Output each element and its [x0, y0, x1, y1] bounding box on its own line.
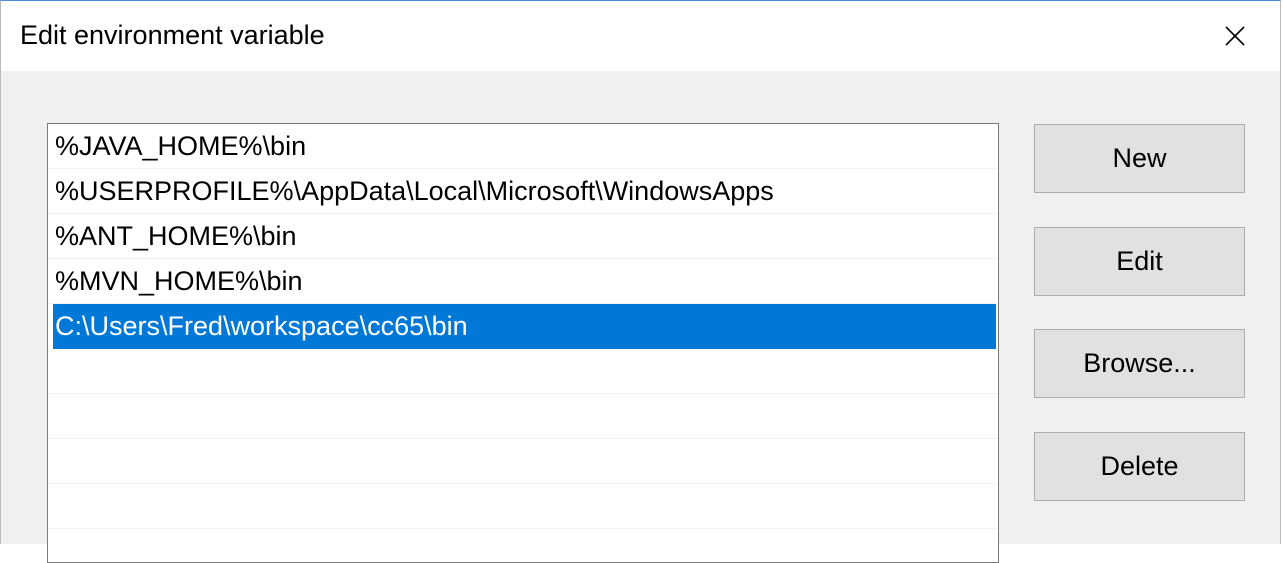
empty-list-row[interactable] [48, 484, 998, 529]
close-button[interactable] [1190, 1, 1280, 71]
list-item-selected[interactable]: C:\Users\Fred\workspace\cc65\bin [53, 304, 996, 349]
empty-list-row[interactable] [48, 439, 998, 484]
browse-button[interactable]: Browse... [1034, 329, 1245, 398]
empty-list-row[interactable] [48, 394, 998, 439]
list-item[interactable]: %MVN_HOME%\bin [48, 259, 998, 304]
list-item[interactable]: %ANT_HOME%\bin [48, 214, 998, 259]
new-button[interactable]: New [1034, 124, 1245, 193]
empty-list-row[interactable] [48, 349, 998, 394]
title-bar[interactable]: Edit environment variable [1, 1, 1280, 71]
delete-button[interactable]: Delete [1034, 432, 1245, 501]
dialog-title: Edit environment variable [20, 20, 325, 50]
list-item[interactable]: %JAVA_HOME%\bin [48, 124, 998, 169]
list-item[interactable]: %USERPROFILE%\AppData\Local\Microsoft\Wi… [48, 169, 998, 214]
path-list[interactable]: %JAVA_HOME%\bin %USERPROFILE%\AppData\Lo… [47, 123, 999, 563]
edit-button[interactable]: Edit [1034, 227, 1245, 296]
close-icon [1225, 26, 1245, 46]
edit-environment-variable-dialog: Edit environment variable %JAVA_HOME%\bi… [0, 0, 1281, 563]
